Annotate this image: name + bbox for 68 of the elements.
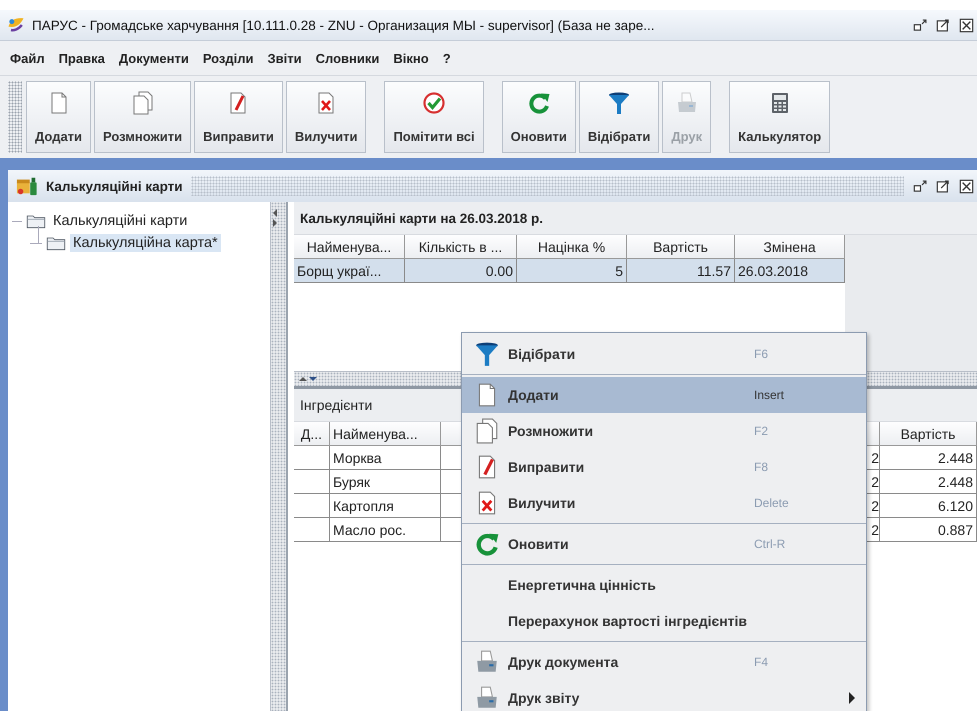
toolbar-button[interactable]: Розмножити (94, 81, 192, 153)
toolbar-grip[interactable] (8, 81, 22, 153)
column-header[interactable]: Вартість (627, 235, 735, 259)
menu-item[interactable]: Оновити Ctrl-R (462, 526, 866, 562)
column-header[interactable]: Націнка % (517, 235, 627, 259)
pages-icon (130, 91, 155, 115)
table-cell: 2.448 (880, 446, 977, 470)
menu-item[interactable]: Звіти (262, 48, 308, 68)
toolbar-button[interactable]: Помітити всі (384, 81, 484, 153)
toolbar-button[interactable]: Оновити (502, 81, 576, 153)
collapse-arrows-icon (271, 208, 279, 228)
column-header[interactable]: Кількість в ... (405, 235, 517, 259)
menu-item[interactable]: Правка (52, 48, 111, 68)
table-cell: 0.00 (405, 259, 517, 283)
menu-item[interactable]: Вікно (387, 48, 435, 68)
menu-item[interactable]: Енергетична цінність (462, 567, 866, 603)
refresh-icon (526, 91, 551, 115)
table-cell (294, 446, 330, 470)
table-cell: 0.887 (880, 518, 977, 542)
table-cell: Борщ украї... (294, 259, 405, 283)
menu-item[interactable]: Перерахунок вартості інгредієнтів (462, 603, 866, 639)
menu-item[interactable]: Друк звіту (462, 680, 866, 711)
table-cell (294, 494, 330, 518)
close-icon[interactable] (958, 178, 975, 194)
toolbar-button[interactable]: Відібрати (578, 81, 660, 153)
menu-item[interactable]: Документи (112, 48, 195, 68)
table-cell: 26.03.2018 (735, 259, 845, 283)
menu-item[interactable]: ? (436, 48, 457, 68)
column-header[interactable]: Найменува... (330, 422, 441, 446)
menu-item[interactable]: Файл (4, 48, 51, 68)
table-cell (294, 518, 330, 542)
grocery-icon (16, 175, 38, 197)
toolbar-button[interactable]: Калькулятор (729, 81, 830, 153)
pages-icon (474, 418, 500, 444)
toolbar-button[interactable]: Додати (26, 81, 92, 153)
menu-item[interactable]: Відібрати F6 (462, 336, 866, 372)
frame-title: Калькуляційні карти (46, 178, 183, 194)
table-cell: Морква (330, 446, 441, 470)
menu-item[interactable]: Додати Insert (462, 377, 866, 413)
column-header[interactable]: Змінена (735, 235, 845, 259)
table-cell: Масло рос. (330, 518, 441, 542)
column-header[interactable]: Найменува... (294, 235, 405, 259)
table-cell: 11.57 (627, 259, 735, 283)
filter-icon (474, 341, 500, 367)
table-cell: 5 (517, 259, 627, 283)
refresh-icon (474, 531, 500, 557)
restore-icon[interactable] (912, 16, 929, 34)
check-circle-icon (422, 91, 446, 115)
table-cell: Буряк (330, 470, 441, 494)
restore-icon[interactable] (912, 178, 929, 194)
menu-item[interactable]: Друк документа F4 (462, 644, 866, 680)
collapse-arrows-icon (298, 375, 318, 383)
table-cell: 6.120 (880, 494, 977, 518)
table-cell (294, 470, 330, 494)
toolbar-button[interactable]: Вилучити (286, 81, 366, 153)
close-icon[interactable] (958, 16, 975, 34)
tree-item[interactable]: Калькуляційні карти (50, 212, 190, 230)
section-header: Калькуляційні карти на 26.03.2018 р. (294, 202, 977, 235)
column-header[interactable]: Д... (294, 422, 330, 446)
table-cell: 2.448 (880, 470, 977, 494)
tree-item[interactable]: Калькуляційна карта* (70, 234, 221, 252)
filter-icon (607, 91, 632, 115)
toolbar-button[interactable]: Виправити (194, 81, 283, 153)
menu-item[interactable]: Словники (310, 48, 386, 68)
menu-item[interactable]: Розділи (196, 48, 260, 68)
column-header[interactable]: Вартість (880, 422, 977, 446)
window-title: ПАРУС - Громадське харчування [10.111.0.28 - ZNU - Организация МЫ - supervisor] (База не заре... (32, 18, 656, 32)
table-cell: Картопля (330, 494, 441, 518)
